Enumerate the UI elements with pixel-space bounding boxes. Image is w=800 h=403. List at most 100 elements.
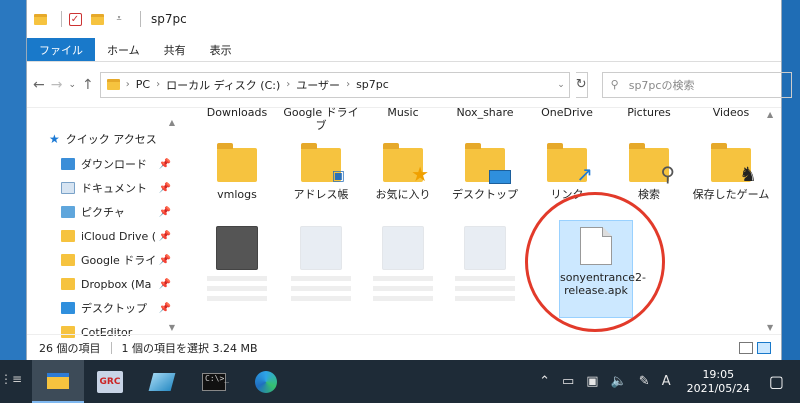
- nav-quick-access[interactable]: ★ クイック アクセス: [27, 126, 177, 152]
- explorer-window: ✓ ⩡ sp7pc ファイル ホーム 共有 表示 ← → ⌄ ↑ › PC › …: [26, 0, 792, 360]
- divider: [61, 11, 62, 27]
- refresh-icon[interactable]: ↻: [575, 71, 588, 98]
- file-explorer-icon: [47, 372, 69, 389]
- folder-item[interactable]: ⚲ 検索: [609, 142, 689, 201]
- status-bar: 26 個の項目 1 個の項目を選択 3.24 MB: [27, 334, 781, 360]
- ime-indicator[interactable]: A: [662, 374, 671, 389]
- nav-scrollbar[interactable]: ▲ ▼: [167, 108, 177, 334]
- new-folder-icon[interactable]: [90, 12, 104, 26]
- nav-item-icloud[interactable]: iCloud Drive ( 📌: [27, 224, 177, 248]
- recent-dropdown-icon[interactable]: ⌄: [68, 74, 76, 96]
- taskbar-edge[interactable]: [240, 360, 292, 403]
- nav-item-downloads[interactable]: ダウンロード 📌: [27, 152, 177, 176]
- blurred-file-item[interactable]: [445, 222, 525, 306]
- clock-date: 2021/05/24: [686, 381, 750, 395]
- search-icon: ⚲: [610, 78, 619, 91]
- star-icon: ★: [49, 132, 60, 146]
- chevron-right-icon: ›: [156, 79, 161, 90]
- volume-icon[interactable]: 🔈: [611, 374, 627, 389]
- file-label[interactable]: Nox_share: [445, 106, 525, 119]
- taskbar-cmd[interactable]: C:\>_: [188, 360, 240, 403]
- taskbar-app[interactable]: [136, 360, 188, 403]
- blurred-file-item[interactable]: [281, 222, 361, 306]
- folder-icon: [217, 143, 257, 182]
- screen-icon[interactable]: ▣: [586, 374, 598, 389]
- nav-item-google-drive[interactable]: Google ドライ 📌: [27, 248, 177, 272]
- file-label[interactable]: OneDrive: [527, 106, 607, 119]
- folder-item[interactable]: ♞ 保存したゲーム: [691, 142, 771, 201]
- download-icon: [61, 158, 75, 170]
- scroll-down-icon[interactable]: ▼: [167, 323, 177, 332]
- blurred-label: [455, 276, 515, 306]
- file-label: お気に入り: [375, 188, 431, 201]
- picture-icon: [61, 206, 75, 218]
- nav-item-dropbox[interactable]: Dropbox (Ma 📌: [27, 272, 177, 296]
- file-label[interactable]: Downloads: [197, 106, 277, 119]
- breadcrumb-sp7pc[interactable]: sp7pc: [356, 78, 389, 91]
- properties-check-icon[interactable]: ✓: [68, 12, 82, 26]
- large-icons-view-icon[interactable]: [757, 341, 771, 354]
- scroll-up-icon[interactable]: ▲: [767, 110, 773, 119]
- tab-share[interactable]: 共有: [152, 38, 198, 61]
- folder-item[interactable]: vmlogs: [197, 142, 277, 201]
- nav-item-desktop[interactable]: デスクトップ 📌: [27, 296, 177, 320]
- back-arrow-icon[interactable]: ←: [33, 74, 45, 96]
- search-placeholder: sp7pcの検索: [628, 78, 695, 92]
- file-label[interactable]: Videos: [691, 106, 771, 119]
- file-label[interactable]: Pictures: [609, 106, 689, 119]
- taskbar-peek-icon[interactable]: ⋮≡: [0, 372, 22, 386]
- chevron-up-icon[interactable]: ⌃: [539, 374, 550, 389]
- taskbar-grc[interactable]: GRC: [84, 360, 136, 403]
- search-input[interactable]: ⚲ sp7pcの検索: [601, 71, 792, 98]
- file-thumbnail: [382, 226, 424, 270]
- clock[interactable]: 19:05 2021/05/24: [687, 368, 750, 396]
- folder-item[interactable]: デスクトップ: [445, 142, 525, 201]
- breadcrumb-local-disk[interactable]: ローカル ディスク (C:): [166, 77, 280, 93]
- breadcrumb-pc[interactable]: PC: [136, 78, 150, 91]
- blurred-label: [207, 276, 267, 306]
- address-bar[interactable]: › PC › ローカル ディスク (C:) › ユーザー › sp7pc ⌄: [99, 71, 570, 98]
- scroll-down-icon[interactable]: ▼: [767, 323, 773, 332]
- file-label: 検索: [638, 188, 660, 201]
- file-thumbnail: [300, 226, 342, 270]
- view-toggle: [739, 341, 771, 354]
- nav-item-label: Google ドライ: [81, 254, 157, 267]
- chevron-down-icon[interactable]: ⌄: [557, 80, 565, 90]
- divider: [110, 341, 112, 354]
- main-area: ★ クイック アクセス ダウンロード 📌 ドキュメント 📌 ピクチャ 📌 iCl…: [27, 106, 781, 339]
- scroll-up-icon[interactable]: ▲: [167, 118, 177, 127]
- up-arrow-icon[interactable]: ↑: [82, 74, 94, 96]
- forward-arrow-icon[interactable]: →: [51, 74, 63, 96]
- command-prompt-icon: C:\>_: [202, 372, 229, 391]
- folder-item[interactable]: ▣ アドレス帳: [281, 142, 361, 201]
- notification-icon[interactable]: ▢: [769, 372, 784, 391]
- chevron-right-icon: ›: [346, 79, 351, 90]
- customize-toolbar-dropdown-icon[interactable]: ⩡: [112, 12, 126, 26]
- folder-item[interactable]: ★ お気に入り: [363, 142, 443, 201]
- taskbar: ⋮≡ GRC C:\>_ ⌃ ▭ ▣ 🔈 ✎ A 19:05 2021/05/2…: [0, 360, 800, 403]
- edge-browser-icon: [255, 370, 277, 393]
- tab-home[interactable]: ホーム: [95, 38, 152, 61]
- tab-file[interactable]: ファイル: [27, 38, 95, 61]
- folder-icon: [33, 12, 47, 26]
- content-scrollbar[interactable]: ▲ ▼: [767, 108, 777, 334]
- blurred-file-item[interactable]: [363, 222, 443, 306]
- file-view: Downloads Google ドライブ Music Nox_share On…: [177, 106, 781, 334]
- details-view-icon[interactable]: [739, 341, 753, 354]
- file-label[interactable]: Music: [363, 106, 443, 119]
- file-label[interactable]: Google ドライブ: [281, 106, 361, 132]
- desktop-folder-icon: [465, 143, 511, 184]
- tab-view[interactable]: 表示: [198, 38, 244, 61]
- contacts-folder-icon: ▣: [301, 143, 345, 184]
- nav-item-label: ダウンロード: [81, 158, 147, 171]
- nav-item-label: ドキュメント: [81, 182, 147, 195]
- nav-item-documents[interactable]: ドキュメント 📌: [27, 176, 177, 200]
- file-label: デスクトップ: [452, 188, 518, 201]
- nav-item-pictures[interactable]: ピクチャ 📌: [27, 200, 177, 224]
- pen-icon[interactable]: ✎: [639, 374, 650, 389]
- breadcrumb-users[interactable]: ユーザー: [296, 77, 340, 93]
- taskbar-explorer[interactable]: [32, 360, 84, 403]
- network-icon[interactable]: ▭: [562, 374, 574, 389]
- blurred-file-item[interactable]: [197, 222, 277, 306]
- file-thumbnail: [216, 226, 258, 270]
